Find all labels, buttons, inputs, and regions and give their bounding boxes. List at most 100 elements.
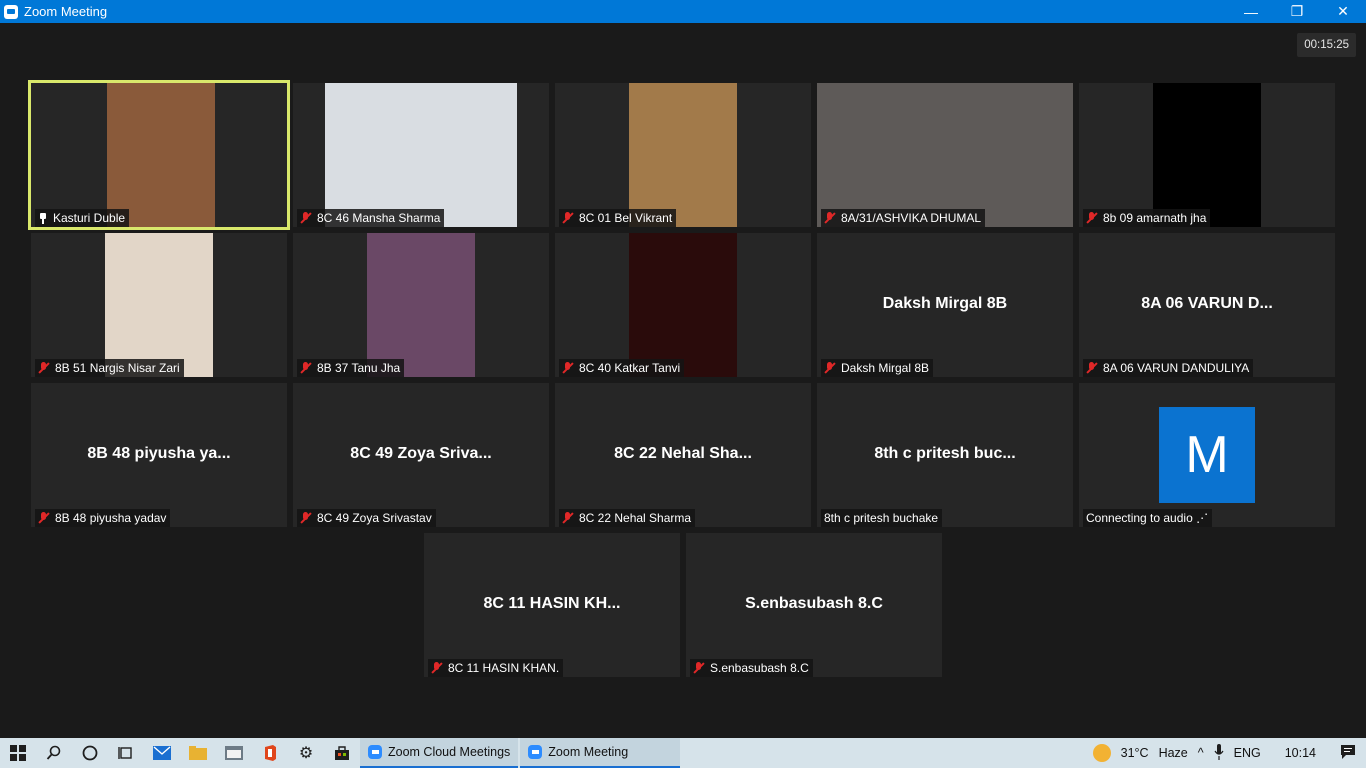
mic-muted-icon [693, 662, 705, 674]
zoom-icon [368, 745, 382, 759]
mic-muted-icon [300, 362, 312, 374]
participant-name: 8C 40 Katkar Tanvi [579, 361, 681, 375]
mic-muted-icon [824, 362, 836, 374]
close-button[interactable]: ✕ [1320, 0, 1366, 23]
participant-name-label: 8C 40 Katkar Tanvi [559, 359, 685, 377]
mic-muted-icon [431, 662, 443, 674]
meeting-timer: 00:15:25 [1297, 33, 1356, 57]
participant-tile[interactable]: Kasturi Duble [28, 80, 290, 230]
windows-start-icon[interactable] [0, 738, 36, 768]
participant-tile[interactable]: Daksh Mirgal 8B Daksh Mirgal 8B [817, 233, 1073, 377]
participant-video [629, 83, 737, 227]
participant-video [325, 83, 517, 227]
participant-name: 8C 22 Nehal Sharma [579, 511, 692, 525]
mic-muted-icon [562, 362, 574, 374]
participant-tile[interactable]: 8b 09 amarnath jha [1079, 83, 1335, 227]
participant-name: 8C 49 Zoya Srivastav [317, 511, 432, 525]
participant-tile[interactable]: 8C 22 Nehal Sha... 8C 22 Nehal Sharma [555, 383, 811, 527]
participant-name: 8B 51 Nargis Nisar Zari [55, 361, 180, 375]
participant-name: 8A/31/ASHVIKA DHUMAL [841, 211, 982, 225]
participant-name-label: 8A/31/ASHVIKA DHUMAL [821, 209, 986, 227]
participant-tile[interactable]: 8C 01 Bel Vikrant [555, 83, 811, 227]
minimize-button[interactable]: — [1228, 0, 1274, 23]
cortana-icon[interactable] [72, 738, 108, 768]
participant-tile[interactable]: 8th c pritesh buc... 8th c pritesh buchak… [817, 383, 1073, 527]
participant-name: 8th c pritesh buchake [824, 511, 939, 525]
participant-name: 8C 46 Mansha Sharma [317, 211, 441, 225]
participant-name: 8C 01 Bel Vikrant [579, 211, 673, 225]
taskbar-app-zoom-cloud-meetings[interactable]: Zoom Cloud Meetings [360, 738, 519, 768]
participant-display-name: 8C 22 Nehal Sha... [614, 445, 752, 462]
participant-tile[interactable]: 8C 49 Zoya Sriva... 8C 49 Zoya Srivastav [293, 383, 549, 527]
microphone-icon[interactable] [1214, 743, 1224, 763]
task-view-icon[interactable] [108, 738, 144, 768]
mic-muted-icon [562, 512, 574, 524]
mic-muted-icon [1086, 212, 1098, 224]
participant-name-label: 8b 09 amarnath jha [1083, 209, 1211, 227]
participant-display-name: S.enbasubash 8.C [745, 595, 883, 612]
input-language[interactable]: ENG [1234, 746, 1261, 760]
participant-name: Connecting to audio ⋰ [1086, 511, 1209, 525]
clock-time[interactable]: 10:14 [1285, 746, 1316, 760]
mic-muted-icon [824, 212, 836, 224]
file-explorer-icon[interactable] [180, 738, 216, 768]
participant-tile[interactable]: 8C 11 HASIN KH... 8C 11 HASIN KHAN. [424, 533, 680, 677]
store-bag-icon[interactable] [324, 738, 360, 768]
participant-avatar: M [1159, 407, 1255, 503]
participant-display-name: 8th c pritesh buc... [874, 445, 1016, 462]
mic-muted-icon [38, 362, 50, 374]
participant-tile[interactable]: 8A/31/ASHVIKA DHUMAL [817, 83, 1073, 227]
participant-name-label: 8A 06 VARUN DANDULIYA [1083, 359, 1254, 377]
mic-muted-icon [1086, 362, 1098, 374]
pin-icon [38, 212, 48, 224]
participant-display-name: Daksh Mirgal 8B [882, 295, 1008, 312]
title-bar: Zoom Meeting — ❐ ✕ [0, 0, 1366, 23]
app-window-icon[interactable] [216, 738, 252, 768]
settings-gear-icon[interactable]: ⚙ [288, 738, 324, 768]
participant-name-label: 8C 49 Zoya Srivastav [297, 509, 436, 527]
participant-tile[interactable]: 8B 51 Nargis Nisar Zari [31, 233, 287, 377]
participant-name: Kasturi Duble [53, 211, 126, 225]
mic-muted-icon [38, 512, 50, 524]
participant-name-label: 8C 22 Nehal Sharma [559, 509, 696, 527]
participant-name-label: S.enbasubash 8.C [690, 659, 813, 677]
office-icon[interactable] [252, 738, 288, 768]
system-tray: 31°C Haze ^ ENG 10:14 [1092, 738, 1366, 768]
participant-name-label: 8B 51 Nargis Nisar Zari [35, 359, 184, 377]
participant-name-label: 8C 46 Mansha Sharma [297, 209, 445, 227]
participant-tile[interactable]: 8A 06 VARUN D... 8A 06 VARUN DANDULIYA [1079, 233, 1335, 377]
mail-icon[interactable] [144, 738, 180, 768]
participant-tile[interactable]: 8C 46 Mansha Sharma [293, 83, 549, 227]
participant-tile[interactable]: M Connecting to audio ⋰ [1079, 383, 1335, 527]
participant-video [629, 233, 737, 377]
participant-name-label: Kasturi Duble [35, 209, 130, 227]
weather-condition[interactable]: Haze [1159, 746, 1188, 760]
participant-video [1153, 83, 1261, 227]
participant-display-name: 8C 11 HASIN KH... [483, 595, 621, 612]
chevron-up-icon[interactable]: ^ [1198, 746, 1204, 760]
participant-name: 8b 09 amarnath jha [1103, 211, 1207, 225]
zoom-icon [528, 745, 543, 759]
participant-video [105, 233, 213, 377]
search-icon[interactable] [36, 738, 72, 768]
participant-name: 8C 11 HASIN KHAN. [448, 661, 560, 675]
participant-name: Daksh Mirgal 8B [841, 361, 930, 375]
mic-muted-icon [300, 212, 312, 224]
weather-temperature[interactable]: 31°C [1121, 746, 1149, 760]
participant-name-label: Daksh Mirgal 8B [821, 359, 934, 377]
participant-display-name: 8A 06 VARUN D... [1141, 295, 1273, 312]
participant-name-label: 8B 37 Tanu Jha [297, 359, 405, 377]
weather-sun-icon[interactable] [1092, 744, 1111, 762]
participant-tile[interactable]: S.enbasubash 8.C S.enbasubash 8.C [686, 533, 942, 677]
mic-muted-icon [300, 512, 312, 524]
maximize-button[interactable]: ❐ [1274, 0, 1320, 23]
participant-tile[interactable]: 8C 40 Katkar Tanvi [555, 233, 811, 377]
participant-name-label: 8th c pritesh buchake [821, 509, 943, 527]
taskbar-app-zoom-meeting[interactable]: Zoom Meeting [520, 738, 681, 768]
participant-tile[interactable]: 8B 37 Tanu Jha [293, 233, 549, 377]
participant-tile[interactable]: 8B 48 piyusha ya... 8B 48 piyusha yadav [31, 383, 287, 527]
participant-video [107, 83, 215, 227]
notifications-icon[interactable] [1340, 744, 1356, 763]
window-title: Zoom Meeting [24, 4, 108, 19]
participant-name: 8A 06 VARUN DANDULIYA [1103, 361, 1250, 375]
